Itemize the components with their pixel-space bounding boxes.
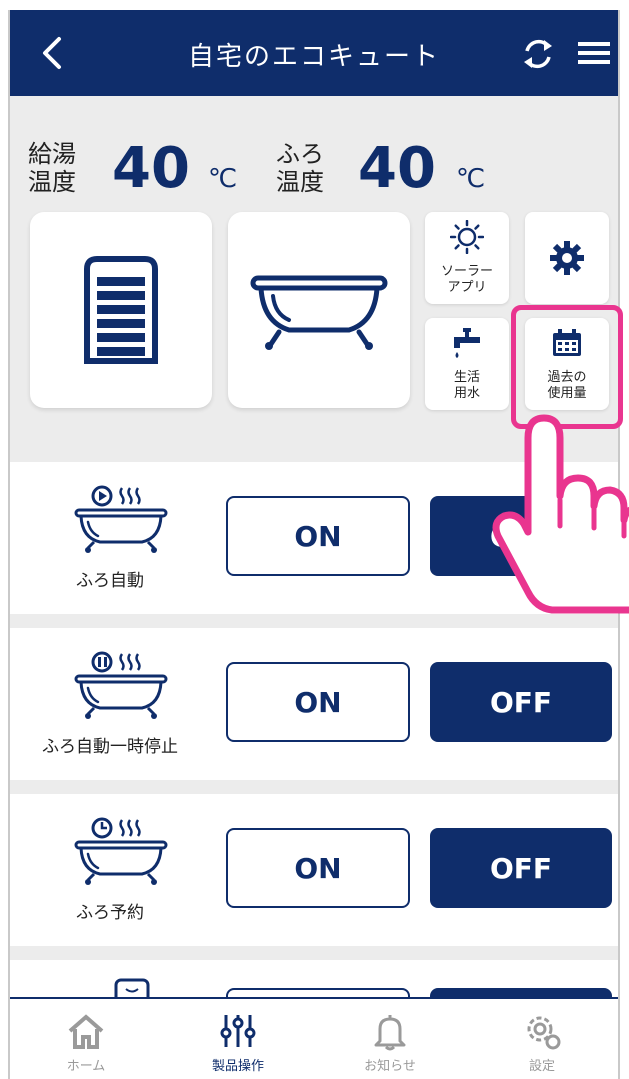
bath-temp-value: 40 bbox=[358, 136, 436, 201]
bath-reserve-on-button[interactable]: ON bbox=[226, 828, 410, 908]
living-water-tile[interactable]: 生活 用水 bbox=[425, 318, 509, 410]
bath-temp-label: ふろ 温度 bbox=[276, 140, 324, 196]
tab-notifications-label: お知らせ bbox=[364, 1059, 416, 1074]
bath-label-line1: ふろ bbox=[276, 140, 324, 168]
tab-product-control-label: 製品操作 bbox=[211, 1059, 264, 1074]
partial-row-off-button[interactable] bbox=[430, 988, 612, 997]
app-frame: 自宅のエコキュート 給湯 温度 40 ℃ ふろ 温度 40 ℃ ソーラー アプリ… bbox=[0, 0, 629, 1079]
sun-icon bbox=[450, 220, 484, 254]
faucet-icon bbox=[454, 328, 480, 358]
hot-water-temp-unit: ℃ bbox=[208, 164, 238, 194]
sync-icon bbox=[524, 39, 552, 69]
bath-reserve-label: ふろ予約 bbox=[76, 903, 144, 923]
hot-water-temp-label: 給湯 温度 bbox=[28, 140, 76, 196]
living-water-label-line2: 用水 bbox=[453, 386, 480, 401]
partial-row bbox=[10, 960, 618, 997]
bath-reserve-clock-icon bbox=[66, 816, 176, 886]
bathtub-tile[interactable] bbox=[228, 212, 410, 408]
hot-water-tank-tile[interactable] bbox=[30, 212, 212, 408]
living-water-label-line1: 生活 bbox=[453, 370, 480, 385]
tab-settings-label: 設定 bbox=[528, 1059, 555, 1074]
tab-notifications[interactable]: お知らせ bbox=[314, 999, 466, 1079]
menu-button[interactable] bbox=[576, 36, 612, 70]
bath-auto-pause-off-button[interactable]: OFF bbox=[430, 662, 612, 742]
home-icon bbox=[68, 1014, 104, 1049]
solar-app-tile[interactable]: ソーラー アプリ bbox=[425, 212, 509, 304]
bath-auto-pause-label: ふろ自動一時停止 bbox=[42, 737, 178, 757]
bath-auto-on-button[interactable]: ON bbox=[226, 496, 410, 576]
bath-auto-pause-icon bbox=[66, 650, 176, 720]
bath-label-line2: 温度 bbox=[276, 168, 324, 196]
gear-icon bbox=[550, 241, 584, 275]
hot-water-temp-value: 40 bbox=[112, 136, 190, 201]
row-divider bbox=[10, 946, 618, 960]
tab-home[interactable]: ホーム bbox=[10, 999, 162, 1079]
pointing-hand-icon bbox=[492, 414, 629, 614]
settings-tile[interactable] bbox=[525, 212, 609, 304]
gear-icon bbox=[527, 1016, 561, 1050]
hot-water-label-line1: 給湯 bbox=[28, 140, 76, 168]
sync-button[interactable] bbox=[518, 34, 558, 74]
bath-reserve-row: ふろ予約 ON OFF bbox=[10, 794, 618, 946]
tab-settings[interactable]: 設定 bbox=[466, 999, 618, 1079]
tab-product-control[interactable]: 製品操作 bbox=[162, 999, 314, 1079]
tank-level-icon bbox=[84, 256, 158, 364]
bell-icon bbox=[374, 1015, 406, 1051]
bath-auto-pause-row: ふろ自動一時停止 ON OFF bbox=[10, 628, 618, 780]
solar-app-label-line1: ソーラー bbox=[440, 264, 493, 279]
partial-row-on-button[interactable] bbox=[226, 988, 410, 997]
bathtub-icon bbox=[250, 275, 388, 350]
hot-water-label-line2: 温度 bbox=[28, 168, 76, 196]
hamburger-menu-icon bbox=[578, 42, 610, 64]
bath-auto-play-icon bbox=[66, 484, 176, 554]
row-divider bbox=[10, 780, 618, 794]
bottom-tab-bar: ホーム 製品操作 お知らせ 設定 bbox=[10, 997, 618, 1079]
app-header: 自宅のエコキュート bbox=[10, 10, 618, 96]
sliders-icon bbox=[220, 1015, 256, 1047]
bath-auto-pause-on-button[interactable]: ON bbox=[226, 662, 410, 742]
bath-temp-unit: ℃ bbox=[456, 164, 486, 194]
tab-home-label: ホーム bbox=[66, 1059, 106, 1074]
bath-reserve-off-button[interactable]: OFF bbox=[430, 828, 612, 908]
bath-auto-label: ふろ自動 bbox=[76, 571, 144, 591]
partial-row-icon bbox=[114, 978, 150, 997]
solar-app-label-line2: アプリ bbox=[447, 280, 487, 295]
